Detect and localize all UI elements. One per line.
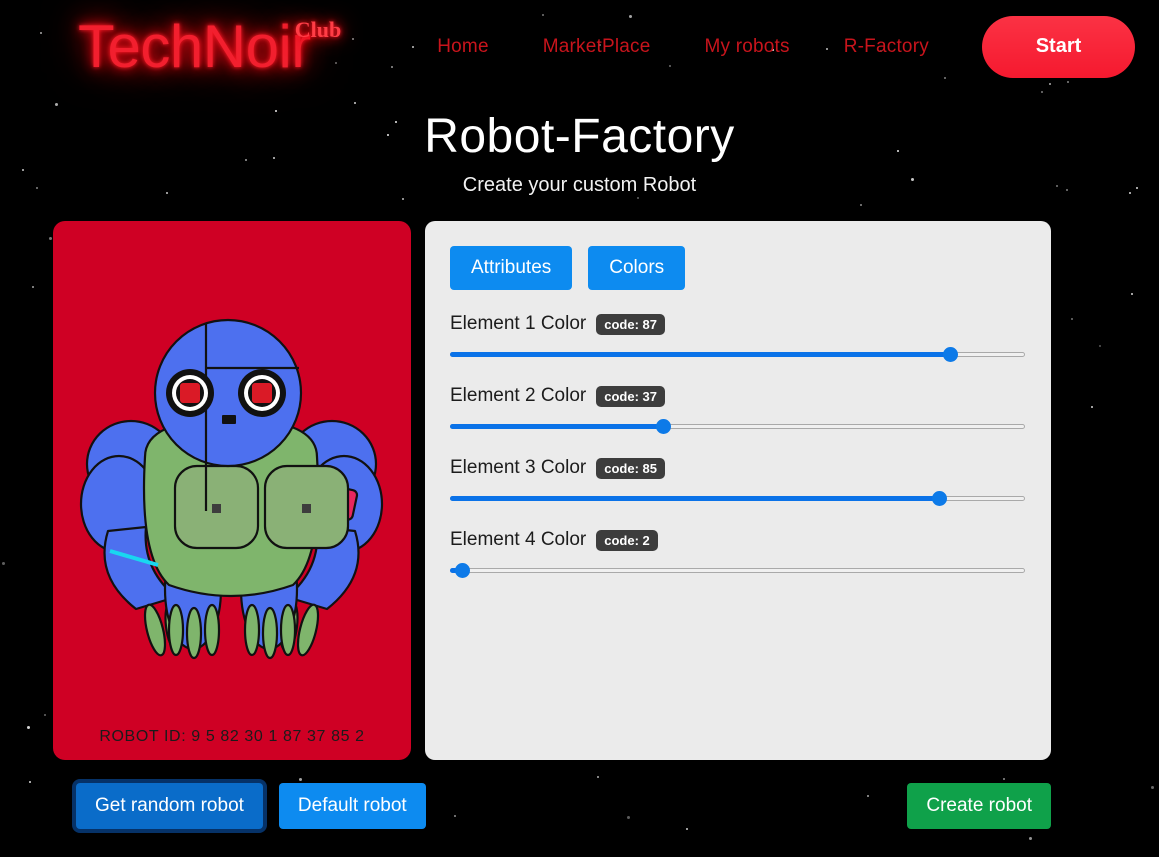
start-button[interactable]: Start xyxy=(982,15,1135,78)
site-logo[interactable]: TechNoir Club xyxy=(78,12,342,80)
slider-label-row: Element 2 Color code: 37 xyxy=(450,385,1026,407)
nav-item-r-factory[interactable]: R-Factory xyxy=(844,36,929,58)
page-subtitle: Create your custom Robot xyxy=(462,174,697,196)
action-bar: Get random robot Default robot Create ro… xyxy=(0,760,1159,829)
sliders-list: Element 1 Color code: 87 Element 2 Color… xyxy=(450,313,1026,578)
code-badge: code: 37 xyxy=(596,385,665,407)
slider-label-row: Element 4 Color code: 2 xyxy=(450,529,1026,551)
panel-tabs: Attributes Colors xyxy=(450,246,1026,290)
slider-label-row: Element 3 Color code: 85 xyxy=(450,457,1026,479)
create-robot-button[interactable]: Create robot xyxy=(907,783,1051,829)
slider-label: Element 4 Color xyxy=(450,529,587,550)
robot-illustration xyxy=(79,318,384,660)
slider-label-row: Element 1 Color code: 87 xyxy=(450,313,1026,335)
slider-group-element-2: Element 2 Color code: 37 xyxy=(450,385,1026,434)
slider-fill xyxy=(450,424,663,429)
slider-element-3[interactable] xyxy=(450,491,1025,506)
tab-attributes[interactable]: Attributes xyxy=(450,246,573,290)
code-badge: code: 2 xyxy=(596,529,658,551)
slider-group-element-3: Element 3 Color code: 85 xyxy=(450,457,1026,506)
slider-thumb[interactable] xyxy=(943,347,959,362)
tab-colors[interactable]: Colors xyxy=(588,246,686,290)
logo-text: TechNoir xyxy=(78,12,311,80)
code-badge: code: 85 xyxy=(596,457,665,479)
settings-panel: Attributes Colors Element 1 Color code: … xyxy=(425,221,1051,760)
slider-fill xyxy=(450,496,939,501)
slider-group-element-1: Element 1 Color code: 87 xyxy=(450,313,1026,362)
main-content: ROBOT ID: 9 5 82 30 1 87 37 85 2 Attribu… xyxy=(0,197,1159,760)
star-dot xyxy=(54,102,58,106)
robot-preview-card: ROBOT ID: 9 5 82 30 1 87 37 85 2 xyxy=(53,221,411,760)
slider-element-1[interactable] xyxy=(450,347,1025,362)
robot-id-label: ROBOT ID: 9 5 82 30 1 87 37 85 2 xyxy=(99,728,365,745)
slider-group-element-4: Element 4 Color code: 2 xyxy=(450,529,1026,578)
slider-label: Element 3 Color xyxy=(450,457,587,478)
slider-thumb[interactable] xyxy=(454,563,470,578)
nav-item-home[interactable]: Home xyxy=(437,36,488,58)
star-dot xyxy=(21,169,24,172)
page-title: Robot-Factory xyxy=(424,110,735,163)
main-navigation: Home MarketPlace My robots R-Factory xyxy=(437,36,929,58)
star-dot xyxy=(1028,836,1032,840)
slider-track xyxy=(450,568,1025,573)
slider-label: Element 2 Color xyxy=(450,385,587,406)
logo-superscript: Club xyxy=(294,16,342,42)
get-random-robot-button[interactable]: Get random robot xyxy=(76,783,263,829)
nav-item-my-robots[interactable]: My robots xyxy=(705,36,790,58)
site-header: TechNoir Club Home MarketPlace My robots… xyxy=(0,0,1159,93)
star-dot xyxy=(354,101,357,104)
slider-thumb[interactable] xyxy=(931,491,947,506)
slider-element-4[interactable] xyxy=(450,563,1025,578)
default-robot-button[interactable]: Default robot xyxy=(278,783,426,829)
slider-fill xyxy=(450,352,951,357)
slider-element-2[interactable] xyxy=(450,419,1025,434)
slider-thumb[interactable] xyxy=(655,419,671,434)
code-badge: code: 87 xyxy=(596,313,665,335)
slider-label: Element 1 Color xyxy=(450,313,587,334)
nav-item-marketplace[interactable]: MarketPlace xyxy=(543,36,651,58)
